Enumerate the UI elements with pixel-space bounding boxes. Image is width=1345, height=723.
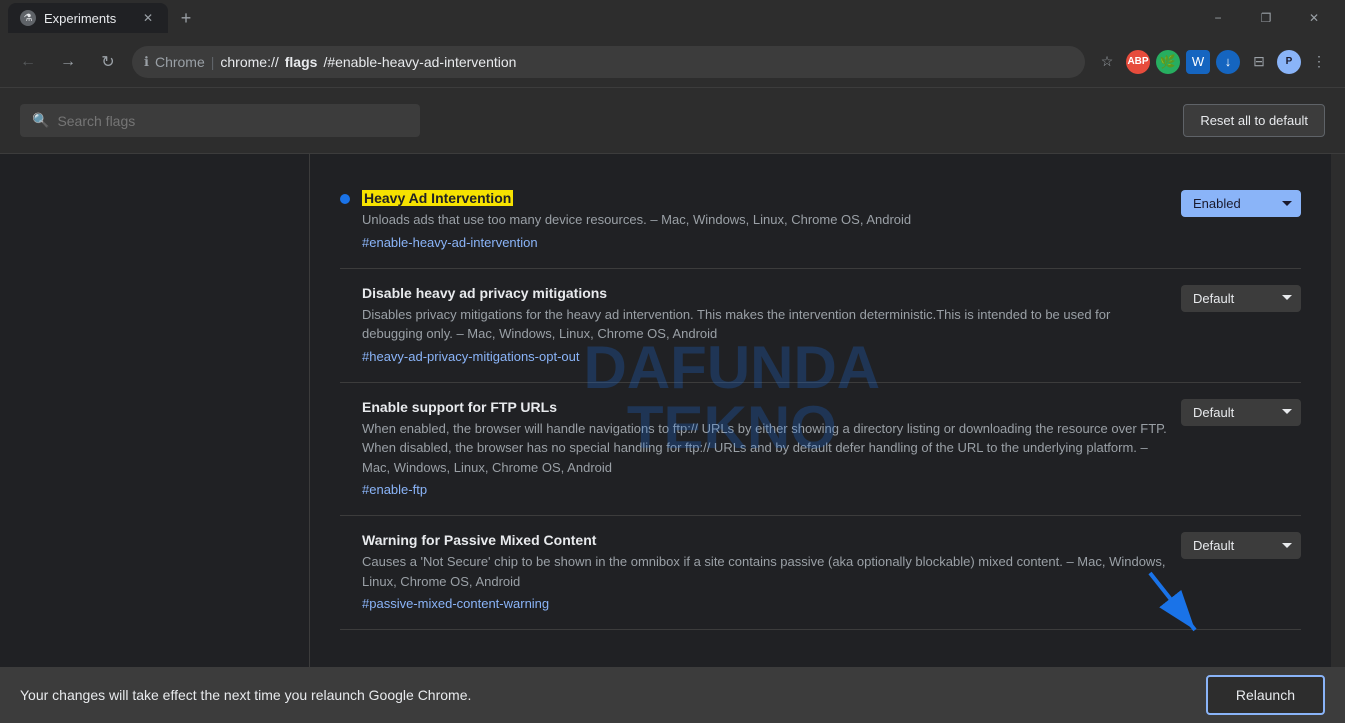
profile-avatar[interactable]: P [1277, 50, 1301, 74]
main-content: Heavy Ad Intervention Unloads ads that u… [0, 154, 1345, 723]
search-input[interactable] [57, 113, 408, 129]
scrollbar[interactable] [1331, 154, 1345, 723]
flag-control-ftp: Default Enabled Disabled [1181, 399, 1301, 426]
flag-body-ftp: Enable support for FTP URLs When enabled… [362, 399, 1169, 500]
cast-button[interactable]: ⊟ [1245, 48, 1273, 76]
flag-select-heavy-ad[interactable]: Default Enabled Disabled [1181, 190, 1301, 217]
search-icon: 🔍 [32, 112, 49, 129]
flag-link-ftp[interactable]: #enable-ftp [362, 482, 427, 497]
flag-item-privacy: Disable heavy ad privacy mitigations Dis… [340, 269, 1301, 383]
bottom-bar: Your changes will take effect the next t… [0, 667, 1345, 723]
flag-control-privacy: Default Enabled Disabled [1181, 285, 1301, 312]
reset-all-button[interactable]: Reset all to default [1183, 104, 1325, 137]
flag-title-privacy: Disable heavy ad privacy mitigations [362, 285, 1169, 301]
flag-desc-heavy-ad: Unloads ads that use too many device res… [362, 210, 1169, 230]
new-tab-button[interactable]: + [172, 4, 200, 32]
tab-favicon: ⚗ [20, 10, 36, 26]
url-bar[interactable]: ℹ Chrome | chrome:// flags /#enable-heavy-… [132, 46, 1085, 78]
tab-title: Experiments [44, 11, 132, 26]
site-info-icon: ℹ [144, 54, 149, 70]
flags-content: Heavy Ad Intervention Unloads ads that u… [340, 174, 1301, 630]
flag-body-heavy-ad: Heavy Ad Intervention Unloads ads that u… [362, 190, 1169, 252]
flag-link-privacy[interactable]: #heavy-ad-privacy-mitigations-opt-out [362, 349, 579, 364]
search-input-wrapper: 🔍 [20, 104, 420, 137]
relaunch-button[interactable]: Relaunch [1206, 675, 1325, 715]
url-bold: flags [285, 54, 318, 70]
flag-title-highlighted: Heavy Ad Intervention [362, 190, 513, 206]
flag-link-heavy-ad[interactable]: #enable-heavy-ad-intervention [362, 235, 538, 250]
toolbar-icons: ☆ ABP 🌿 W ↓ ⊟ P ⋮ [1093, 48, 1333, 76]
flag-select-ftp[interactable]: Default Enabled Disabled [1181, 399, 1301, 426]
flag-body-privacy: Disable heavy ad privacy mitigations Dis… [362, 285, 1169, 366]
bookmark-button[interactable]: ☆ [1093, 48, 1121, 76]
tab-area: ⚗ Experiments ✕ + [8, 0, 200, 36]
flag-link-mixed-content[interactable]: #passive-mixed-content-warning [362, 596, 549, 611]
flag-item-heavy-ad: Heavy Ad Intervention Unloads ads that u… [340, 174, 1301, 269]
forward-button[interactable]: → [52, 46, 84, 78]
window-controls: − ❐ ✕ [1195, 0, 1337, 36]
flag-desc-mixed-content: Causes a 'Not Secure' chip to be shown i… [362, 552, 1169, 591]
flag-control-heavy-ad: Default Enabled Disabled [1181, 190, 1301, 217]
extension-blue-icon[interactable]: W [1186, 50, 1210, 74]
minimize-button[interactable]: − [1195, 0, 1241, 36]
flags-list: Heavy Ad Intervention Unloads ads that u… [310, 154, 1331, 723]
tab-close-button[interactable]: ✕ [140, 10, 156, 26]
flag-item-ftp: Enable support for FTP URLs When enabled… [340, 383, 1301, 517]
refresh-button[interactable]: ↻ [92, 46, 124, 78]
flag-title-heavy-ad: Heavy Ad Intervention [362, 190, 1169, 206]
url-text: chrome:// [220, 54, 278, 70]
address-bar: ← → ↻ ℹ Chrome | chrome:// flags /#enable-… [0, 36, 1345, 88]
titlebar: ⚗ Experiments ✕ + − ❐ ✕ [0, 0, 1345, 36]
flag-mixed-dot [340, 536, 350, 546]
back-button[interactable]: ← [12, 46, 44, 78]
left-panel [0, 154, 310, 723]
extension-download-icon[interactable]: ↓ [1216, 50, 1240, 74]
flag-title-mixed-content: Warning for Passive Mixed Content [362, 532, 1169, 548]
flag-item-mixed-content: Warning for Passive Mixed Content Causes… [340, 516, 1301, 630]
flag-ftp-dot [340, 403, 350, 413]
flag-active-dot [340, 194, 350, 204]
flag-desc-privacy: Disables privacy mitigations for the hea… [362, 305, 1169, 344]
flag-select-privacy[interactable]: Default Enabled Disabled [1181, 285, 1301, 312]
flag-title-ftp: Enable support for FTP URLs [362, 399, 1169, 415]
flag-control-mixed-content: Default Enabled Disabled [1181, 532, 1301, 559]
close-button[interactable]: ✕ [1291, 0, 1337, 36]
maximize-button[interactable]: ❐ [1243, 0, 1289, 36]
flag-body-mixed-content: Warning for Passive Mixed Content Causes… [362, 532, 1169, 613]
flag-select-mixed-content[interactable]: Default Enabled Disabled [1181, 532, 1301, 559]
bottom-message: Your changes will take effect the next t… [20, 687, 471, 703]
search-area: 🔍 Reset all to default [0, 88, 1345, 154]
flag-desc-ftp: When enabled, the browser will handle na… [362, 419, 1169, 478]
menu-button[interactable]: ⋮ [1305, 48, 1333, 76]
url-rest: /#enable-heavy-ad-intervention [323, 54, 516, 70]
active-tab[interactable]: ⚗ Experiments ✕ [8, 3, 168, 33]
adblock-extension-icon[interactable]: ABP [1126, 50, 1150, 74]
flag-inactive-dot [340, 289, 350, 299]
url-brand: Chrome [155, 54, 205, 70]
url-separator: | [211, 54, 215, 70]
extension-green-icon[interactable]: 🌿 [1156, 50, 1180, 74]
